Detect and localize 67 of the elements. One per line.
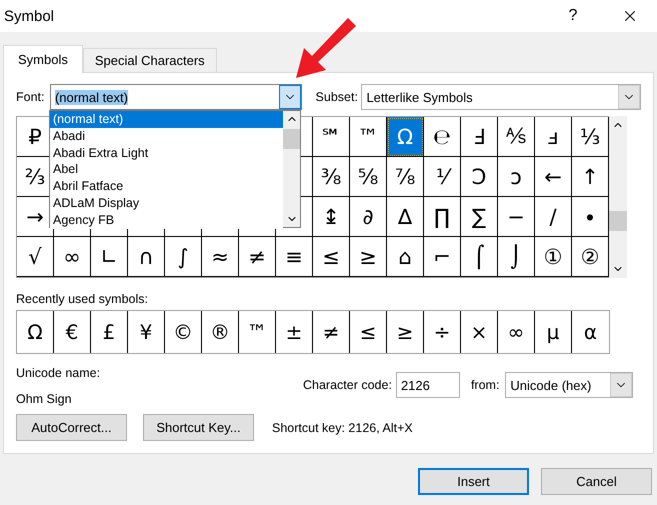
subset-label: Subset:	[316, 90, 359, 104]
symbol-cell[interactable]: ↑	[572, 157, 609, 197]
font-dropdown[interactable]: (normal text)	[50, 84, 302, 110]
symbol-cell[interactable]: Ⅎ	[461, 117, 498, 157]
tab[interactable]: Special Characters	[82, 48, 217, 72]
unicode-name-value: Ohm Sign	[16, 392, 73, 406]
cancel-button[interactable]: Cancel	[541, 468, 652, 495]
symbol-cell[interactable]: ℠	[313, 117, 350, 157]
dropdown-button[interactable]	[278, 85, 301, 109]
symbol-cell[interactable]: √	[17, 237, 54, 277]
symbol-cell[interactable]: ∏	[424, 197, 461, 237]
symbol-cell[interactable]: ⌂	[387, 237, 424, 277]
symbol-cell[interactable]: ⅎ	[535, 117, 572, 157]
symbol-cell[interactable]: ⌠	[461, 237, 498, 277]
symbol-cell[interactable]: ∞	[54, 237, 91, 277]
symbol-cell[interactable]: ∫	[165, 237, 202, 277]
symbol-cell[interactable]: ①	[535, 237, 572, 277]
shortcut-key-text: Shortcut key: 2126, Alt+X	[272, 420, 413, 434]
symbol-cell[interactable]: ↄ	[498, 157, 535, 197]
symbol-cell[interactable]: ∙	[572, 197, 609, 237]
autocorrect-button[interactable]: AutoCorrect...	[16, 414, 127, 441]
symbol-cell[interactable]: Ω	[387, 117, 424, 157]
window-title: Symbol	[4, 8, 56, 24]
symbol-cell[interactable]: ™	[350, 117, 387, 157]
from-label: from:	[470, 378, 500, 392]
symbol-cell[interactable]: ←	[535, 157, 572, 197]
shortcut-key-button[interactable]: Shortcut Key...	[143, 414, 254, 441]
symbol-cell[interactable]: ∕	[535, 197, 572, 237]
tab[interactable]: Symbols	[3, 45, 83, 73]
symbol-cell[interactable]: ⅟	[424, 157, 461, 197]
symbol-cell[interactable]: ⅜	[313, 157, 350, 197]
symbol-cell[interactable]: ∩	[128, 237, 165, 277]
character-code-label: Character code:	[303, 378, 392, 392]
symbol-cell[interactable]: ∆	[387, 197, 424, 237]
symbol-cell[interactable]: ∟	[91, 237, 128, 277]
symbol-cell[interactable]: −	[498, 197, 535, 237]
symbol-cell[interactable]: ⅝	[350, 157, 387, 197]
list-scrollbar[interactable]	[283, 111, 300, 227]
symbol-cell[interactable]: ⌡	[498, 237, 535, 277]
from-dropdown[interactable]: Unicode (hex)	[505, 372, 634, 398]
symbol-cell[interactable]: ∂	[350, 197, 387, 237]
symbol-cell[interactable]: ⌐	[424, 237, 461, 277]
scroll-thumb[interactable]	[609, 211, 627, 231]
symbol-cell[interactable]: ≤	[313, 237, 350, 277]
font-label: Font:	[16, 90, 46, 104]
symbol-cell[interactable]: ⅞	[387, 157, 424, 197]
symbol-cell[interactable]: ≡	[276, 237, 313, 277]
help-button[interactable]: ?	[543, 7, 603, 25]
scroll-thumb[interactable]	[283, 129, 300, 149]
symbol-cell[interactable]: ∑	[461, 197, 498, 237]
font-option[interactable]: (normal text)	[50, 111, 283, 128]
symbol-cell[interactable]: ≈	[202, 237, 239, 277]
insert-button[interactable]: Insert	[418, 468, 529, 495]
symbol-cell[interactable]: ≥	[350, 237, 387, 277]
recent-symbol[interactable]: α	[572, 311, 609, 353]
symbol-cell[interactable]: ⅓	[572, 117, 609, 157]
symbol-cell[interactable]: ℮	[424, 117, 461, 157]
symbol-cell[interactable]: ≠	[239, 237, 276, 277]
symbol-cell[interactable]: ②	[572, 237, 609, 277]
symbol-cell[interactable]: ↨	[313, 197, 350, 237]
symbol-cell[interactable]: Ↄ	[461, 157, 498, 197]
symbol-cell[interactable]: ⅍	[498, 117, 535, 157]
character-code-field[interactable]: 2126	[396, 372, 460, 398]
subset-dropdown[interactable]: Letterlike Symbols	[361, 84, 641, 110]
unicode-name-label: Unicode name:	[16, 366, 102, 380]
recent-symbols-label: Recently used symbols:	[16, 292, 148, 306]
scrollbar[interactable]	[609, 116, 627, 278]
